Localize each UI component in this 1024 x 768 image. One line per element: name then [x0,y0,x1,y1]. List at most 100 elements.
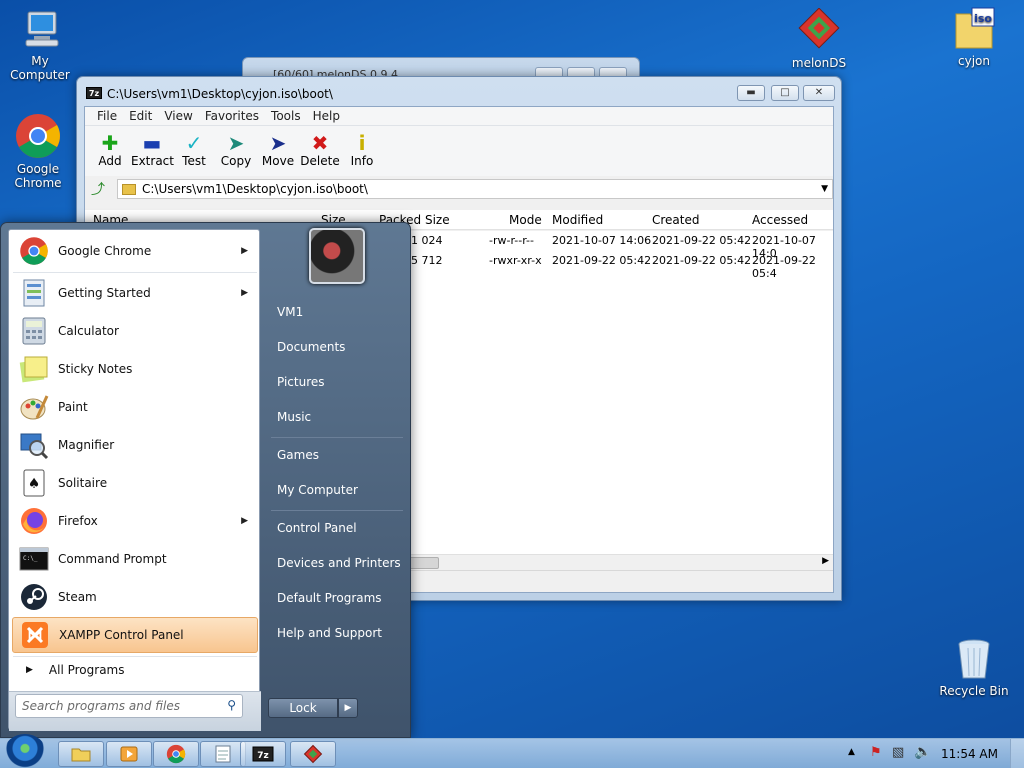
menu-edit[interactable]: Edit [123,107,158,125]
system-tray: ▲ ⚑ ▧ 🔈 11:54 AM [834,739,1024,768]
menu-view[interactable]: View [158,107,198,125]
start-menu-programs-pane: Google Chrome ▶ Getting Started ▶ Calcul… [8,229,261,731]
address-text: C:\Users\vm1\Desktop\cyjon.iso\boot\ [142,182,368,196]
program-getting-started[interactable]: Getting Started ▶ [12,275,258,311]
volume-icon[interactable]: 🔈 [914,744,931,760]
start-item-default-programs[interactable]: Default Programs [277,591,382,605]
close-button[interactable]: ✕ [803,85,835,101]
divider [13,272,257,273]
taskbar-button-media-player[interactable] [106,741,152,767]
cell-packed-size: 5 712 [411,254,443,267]
submenu-arrow-icon: ▶ [241,246,248,256]
cell-modified: 2021-10-07 14:06 [552,234,652,247]
desktop-icon-cyjon[interactable]: iso cyjon [934,6,1014,68]
program-xampp-control-panel[interactable]: ⋈ XAMPP Control Panel [12,617,258,653]
lock-button[interactable]: Lock [268,698,338,718]
chevron-down-icon[interactable]: ▼ [821,184,828,194]
svg-text:C:\_: C:\_ [23,555,38,562]
start-item-help-and-support[interactable]: Help and Support [277,626,382,640]
lock-options-button[interactable]: ▶ [338,698,358,718]
network-icon[interactable]: ▧ [892,745,904,760]
program-steam[interactable]: Steam [12,579,258,615]
start-item-my-computer[interactable]: My Computer [277,483,358,497]
getting-started-icon [18,277,50,309]
search-input[interactable]: Search programs and files ⚲ [15,694,243,718]
start-item-vm1[interactable]: VM1 [277,305,303,319]
divider [271,510,403,511]
menu-help[interactable]: Help [307,107,346,125]
folder-icon [122,183,136,195]
column-created[interactable]: Created [652,213,700,227]
search-icon[interactable]: ⚲ [227,698,236,712]
program-calculator[interactable]: Calculator [12,313,258,349]
start-item-documents[interactable]: Documents [277,340,345,354]
start-item-games[interactable]: Games [277,448,319,462]
test-button[interactable]: ✓ Test [173,126,215,176]
all-programs-button[interactable]: ▶ All Programs [12,658,258,682]
start-item-devices-and-printers[interactable]: Devices and Printers [277,556,401,570]
start-item-pictures[interactable]: Pictures [277,375,325,389]
start-item-music[interactable]: Music [277,410,311,424]
column-accessed[interactable]: Accessed [752,213,808,227]
desktop-icon-recycle-bin[interactable]: Recycle Bin [934,636,1014,698]
clock[interactable]: 11:54 AM [941,747,998,761]
scroll-right-icon[interactable]: ▶ [822,556,829,566]
program-solitaire[interactable]: ♠ Solitaire [12,465,258,501]
program-magnifier[interactable]: Magnifier [12,427,258,463]
program-firefox[interactable]: Firefox ▶ [12,503,258,539]
menu-file[interactable]: File [91,107,123,125]
start-menu: Google Chrome ▶ Getting Started ▶ Calcul… [0,222,411,738]
extract-button[interactable]: ▬ Extract [131,126,174,176]
program-label: Sticky Notes [58,362,133,376]
column-modified[interactable]: Modified [552,213,603,227]
menu-tools[interactable]: Tools [265,107,307,125]
menu-favorites[interactable]: Favorites [199,107,265,125]
chrome-icon [166,744,186,764]
solitaire-icon: ♠ [18,467,50,499]
svg-text:7z: 7z [257,751,269,761]
start-button[interactable] [4,734,46,768]
window-title: C:\Users\vm1\Desktop\cyjon.iso\boot\ [107,87,333,101]
start-menu-places-pane: VM1 Documents Pictures Music Games My Co… [267,223,407,733]
minus-icon: ▬ [142,131,162,155]
taskbar-button-chrome[interactable] [153,741,199,767]
info-button[interactable]: i Info [341,126,383,176]
start-item-control-panel[interactable]: Control Panel [277,521,357,535]
column-mode[interactable]: Mode [509,213,542,227]
program-label: XAMPP Control Panel [59,628,184,642]
add-button[interactable]: ✚ Add [89,126,131,176]
minimize-button[interactable]: ▬ [737,85,765,101]
cell-mode: -rwxr-xr-x [489,254,542,267]
program-label: Getting Started [58,286,151,300]
program-sticky-notes[interactable]: Sticky Notes [12,351,258,387]
action-center-icon[interactable]: ⚑ [870,745,882,760]
program-command-prompt[interactable]: C:\_ Command Prompt [12,541,258,577]
notepad-icon [215,745,231,763]
program-label: Firefox [58,514,98,528]
up-folder-button[interactable]: ⤴ [87,179,109,199]
copy-button[interactable]: ➤ Copy [215,126,257,176]
move-button[interactable]: ➤ Move [257,126,299,176]
cell-packed-size: 1 024 [411,234,443,247]
taskbar-button-melonds[interactable] [290,741,336,767]
desktop-icon-label: My Computer [10,54,70,82]
maximize-button[interactable]: □ [771,85,799,101]
media-player-icon [120,746,138,762]
program-paint[interactable]: Paint [12,389,258,425]
show-desktop-button[interactable] [1010,739,1024,768]
address-field[interactable]: C:\Users\vm1\Desktop\cyjon.iso\boot\ ▼ [117,179,833,199]
program-label: Calculator [58,324,119,338]
taskbar-button-explorer[interactable] [58,741,104,767]
show-hidden-icons-icon[interactable]: ▲ [848,747,855,757]
cell-mode: -rw-r--r-- [489,234,534,247]
toolbar: ✚ Add ▬ Extract ✓ Test ➤ Copy ➤ Move ✖ Delete … [85,126,833,176]
taskbar-button-7zip[interactable]: 7z [240,741,286,767]
program-label: Solitaire [58,476,108,490]
delete-button[interactable]: ✖ Delete [299,126,341,176]
desktop-icon-melonds[interactable]: melonDS [779,8,859,70]
desktop-icon-my-computer[interactable]: My Computer [0,8,80,82]
program-google-chrome[interactable]: Google Chrome ▶ [12,233,258,269]
cell-created: 2021-09-22 05:42 [652,234,752,247]
iso-file-icon: iso [955,7,995,49]
desktop-icon-google-chrome[interactable]: Google Chrome [0,112,78,190]
